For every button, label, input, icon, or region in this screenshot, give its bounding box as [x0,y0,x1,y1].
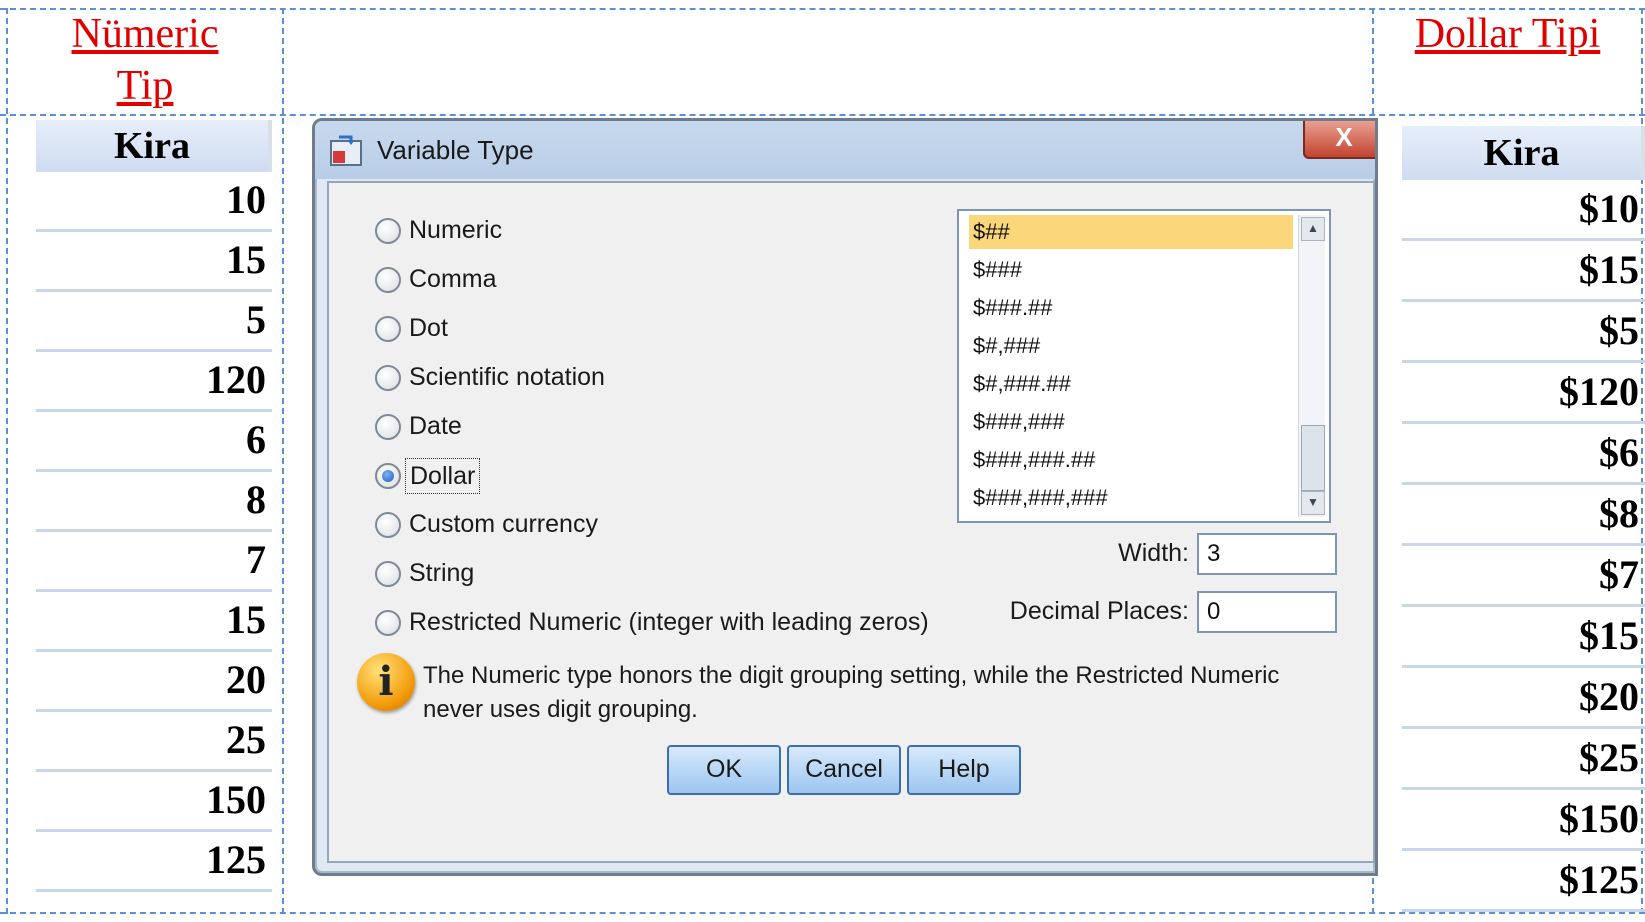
table-row: 8 [36,472,272,532]
format-list-item[interactable]: $###.## [969,291,1293,325]
dollar-type-heading: Dollar Tipi [1414,11,1601,57]
divider-left [6,8,8,914]
table-row: 15 [36,592,272,652]
info-icon: i [357,653,415,711]
radio-unchecked-icon[interactable] [375,267,401,293]
table-row: 7 [36,532,272,592]
right-data-column: Kira $10 $15 $5 $120 $6 $8 $7 $15 $20 $25 $150 $125 [1402,126,1645,912]
divider-header [0,114,1645,116]
radio-label: Numeric [409,216,503,244]
radio-unchecked-icon[interactable] [375,414,401,440]
ok-button[interactable]: OK [667,745,781,795]
table-row: 25 [36,712,272,772]
close-button[interactable]: X [1303,121,1375,159]
column-header-kira: Kira [36,120,272,172]
table-row: 15 [36,232,272,292]
radio-label: Dot [409,314,448,342]
format-list-item[interactable]: $## [969,215,1293,249]
divider-mid-left [282,8,284,914]
scroll-down-icon[interactable]: ▼ [1301,491,1325,515]
decimal-places-label: Decimal Places: [1009,597,1189,625]
left-rows: 10 15 5 120 6 8 7 15 20 25 150 125 [36,172,272,892]
table-row: $150 [1402,790,1645,851]
table-row: $7 [1402,546,1645,607]
table-row: $25 [1402,729,1645,790]
table-row: 150 [36,772,272,832]
scrollbar-thumb[interactable] [1301,425,1325,491]
table-row: 120 [36,352,272,412]
radio-label: Scientific notation [409,363,605,391]
variable-type-dialog: Variable Type X Numeric Comma Dot Scientifi… [312,118,1378,876]
dialog-titlebar[interactable]: Variable Type X [315,121,1375,179]
radio-unchecked-icon[interactable] [375,610,401,636]
radio-checked-icon[interactable] [375,463,401,489]
table-row: $15 [1402,241,1645,302]
scroll-up-icon[interactable]: ▲ [1301,217,1325,241]
table-row: $120 [1402,363,1645,424]
left-data-column: Kira 10 15 5 120 6 8 7 15 20 25 150 125 [36,120,272,892]
info-message: The Numeric type honors the digit groupi… [423,662,1280,723]
format-list-item[interactable]: $###,###.## [969,443,1293,477]
table-row: 6 [36,412,272,472]
table-row: $15 [1402,607,1645,668]
width-field[interactable]: 3 [1197,533,1337,575]
table-row: 5 [36,292,272,352]
table-row: $8 [1402,485,1645,546]
format-list-item[interactable]: $#,###.## [969,367,1293,401]
radio-label: Custom currency [409,510,598,538]
heading-line-1: Nümeric [71,11,219,57]
dialog-body: Numeric Comma Dot Scientific notation Date Do… [327,181,1375,863]
spss-variable-icon [330,135,362,166]
radio-unchecked-icon[interactable] [375,365,401,391]
format-list-item[interactable]: $### [969,253,1293,287]
radio-label: Date [409,412,462,440]
table-row: $5 [1402,302,1645,363]
dialog-title: Variable Type [377,135,534,165]
cancel-button[interactable]: Cancel [787,745,901,795]
right-rows: $10 $15 $5 $120 $6 $8 $7 $15 $20 $25 $150 $125 [1402,180,1645,912]
table-row: $20 [1402,668,1645,729]
radio-unchecked-icon[interactable] [375,218,401,244]
format-list-item[interactable]: $###,###,### [969,481,1293,515]
help-button[interactable]: Help [907,745,1021,795]
radio-unchecked-icon[interactable] [375,512,401,538]
table-row: $10 [1402,180,1645,241]
numeric-type-heading: Nümeric Tip [40,8,250,112]
table-row: 125 [36,832,272,892]
width-label: Width: [1118,539,1189,567]
radio-label: String [409,559,475,587]
column-header-kira: Kira [1402,126,1645,180]
table-row: 10 [36,172,272,232]
decimal-places-field[interactable]: 0 [1197,591,1337,633]
radio-label: Comma [409,265,497,293]
radio-unchecked-icon[interactable] [375,561,401,587]
table-row: $6 [1402,424,1645,485]
radio-label: Dollar [405,458,481,494]
dollar-format-list[interactable]: $## $### $###.## $#,### $#,###.## $###,### $##… [957,209,1331,523]
format-list-item[interactable]: $###,### [969,405,1293,439]
table-row: 20 [36,652,272,712]
radio-label: Restricted Numeric (integer with leading… [409,608,929,636]
format-list-item[interactable]: $#,### [969,329,1293,363]
radio-unchecked-icon[interactable] [375,316,401,342]
heading-line-2: Tip [116,63,174,109]
table-row: $125 [1402,851,1645,912]
divider-bottom [0,912,1645,914]
format-list-scrollbar[interactable]: ▲ ▼ [1298,215,1325,517]
